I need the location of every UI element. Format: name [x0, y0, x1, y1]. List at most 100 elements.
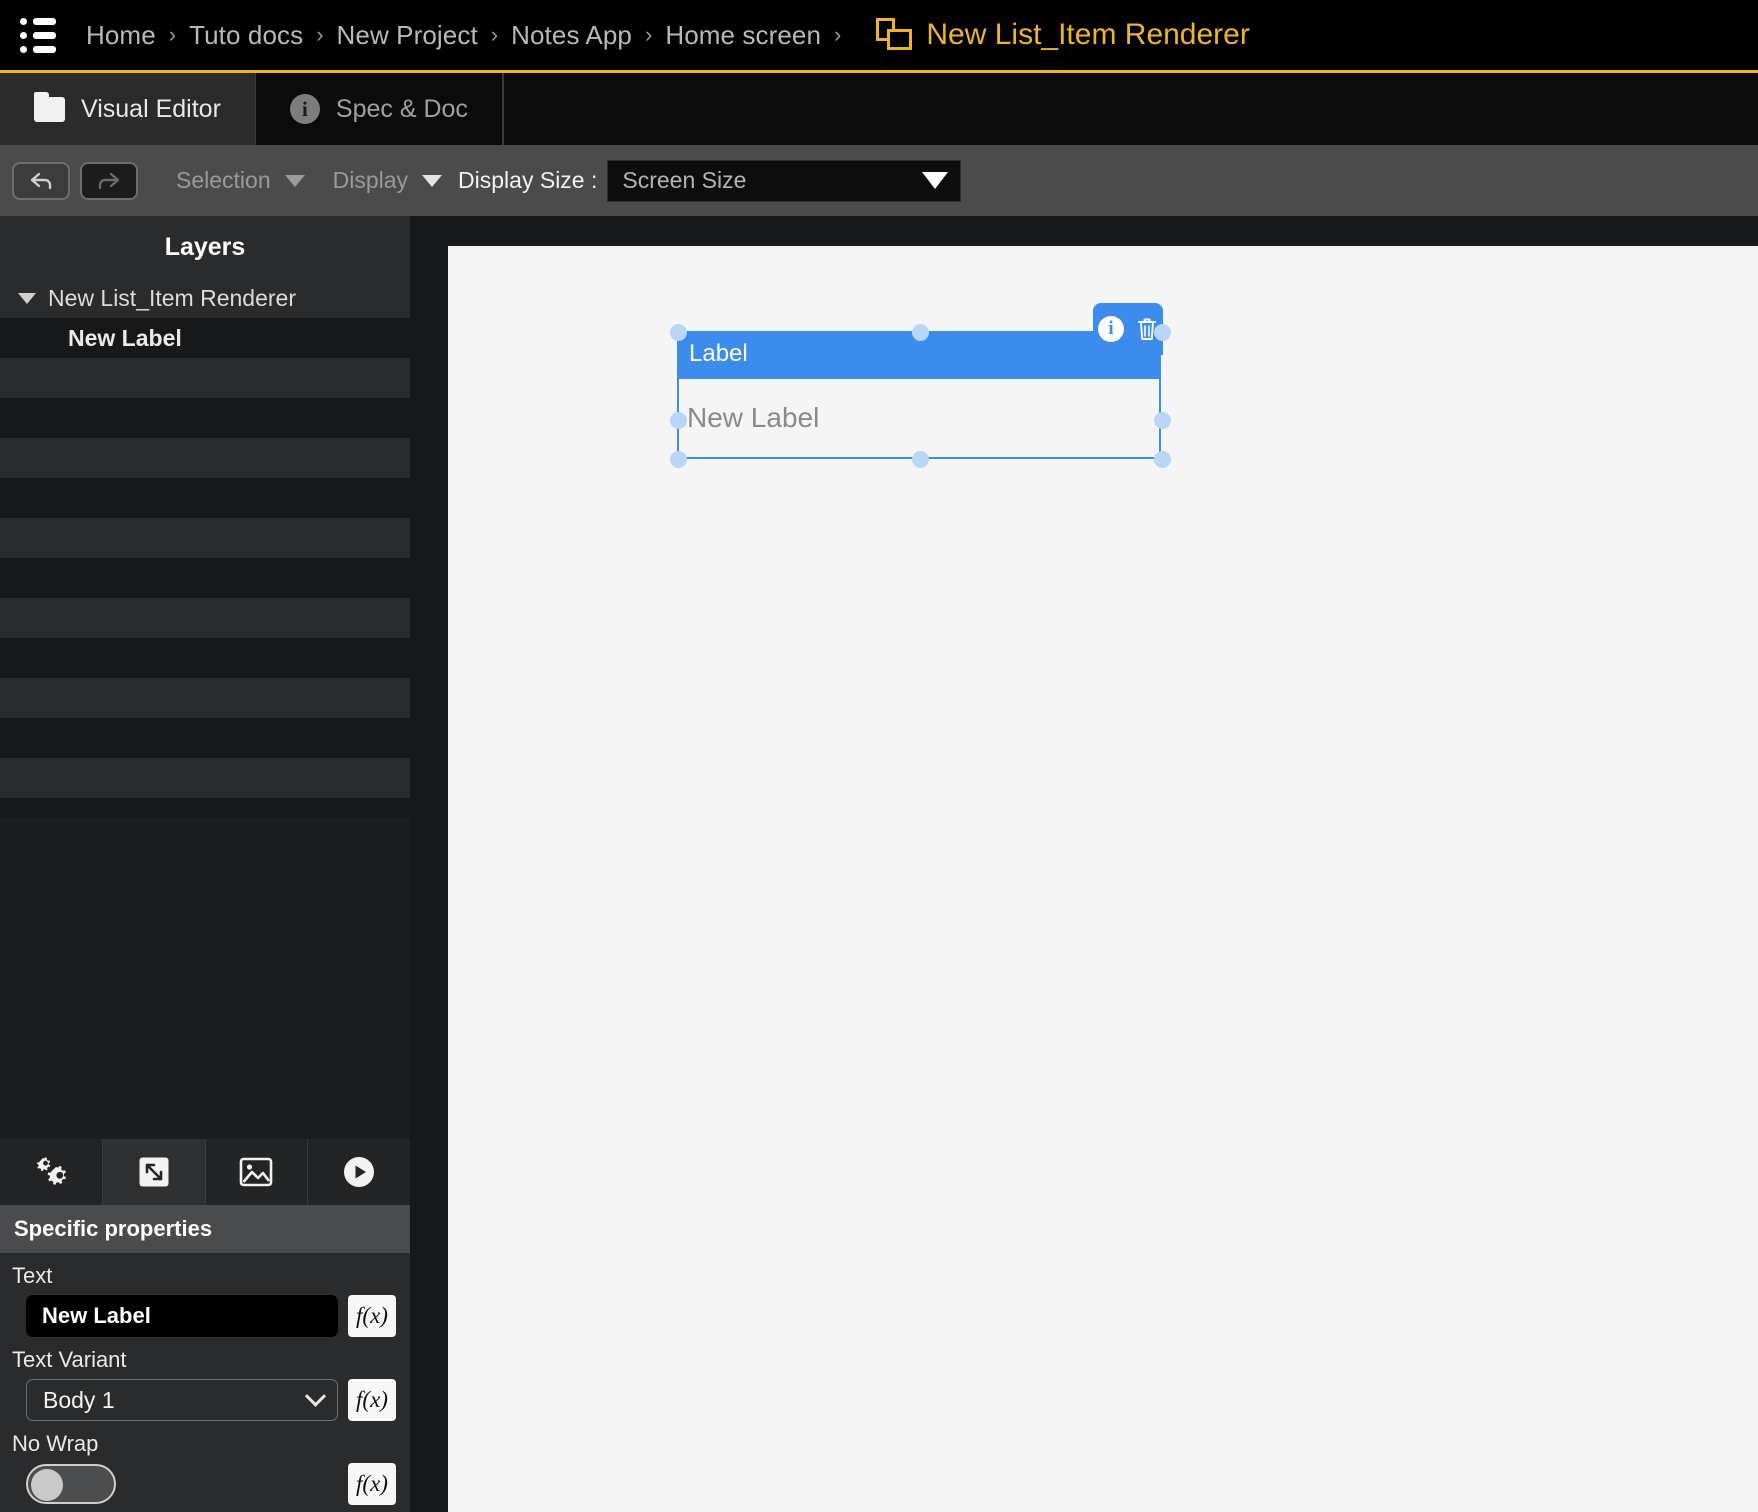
- breadcrumb-item-home[interactable]: Home: [86, 20, 156, 51]
- page-title: New List_Item Renderer: [926, 18, 1249, 52]
- widget-body[interactable]: New Label: [677, 377, 1161, 459]
- tab-strip-filler: [503, 73, 1758, 145]
- display-size-label: Display Size :: [458, 167, 597, 194]
- breadcrumb-item-notes-app[interactable]: Notes App: [511, 20, 632, 51]
- image-icon: [239, 1157, 273, 1187]
- text-field-row: New Label f(x): [0, 1295, 410, 1347]
- display-menu-label: Display: [333, 167, 408, 194]
- text-input[interactable]: New Label: [26, 1295, 338, 1337]
- tab-visual-editor[interactable]: Visual Editor: [0, 73, 256, 145]
- no-wrap-fx-button[interactable]: f(x): [348, 1463, 396, 1505]
- property-tab-strip: [0, 1139, 410, 1205]
- canvas-container: i Label New Label: [410, 216, 1758, 1512]
- tab-spec-and-doc-label: Spec & Doc: [336, 95, 468, 124]
- play-icon: [342, 1155, 376, 1189]
- design-canvas[interactable]: i Label New Label: [448, 246, 1758, 1512]
- resize-handle-top-center[interactable]: [912, 324, 929, 341]
- layer-item-root-label: New List_Item Renderer: [48, 285, 296, 312]
- resize-handle-bottom-center[interactable]: [912, 451, 929, 468]
- text-variant-fx-button[interactable]: f(x): [348, 1379, 396, 1421]
- text-fx-button[interactable]: f(x): [348, 1295, 396, 1337]
- breadcrumb-separator: ›: [491, 24, 498, 46]
- layer-empty-row: [0, 478, 410, 518]
- info-circle-icon[interactable]: i: [1098, 316, 1124, 342]
- resize-handle-middle-left[interactable]: [670, 412, 687, 429]
- specific-properties-title: Specific properties: [0, 1205, 410, 1253]
- no-wrap-toggle[interactable]: [26, 1464, 116, 1504]
- layer-empty-row: [0, 638, 410, 678]
- breadcrumb-item-new-project[interactable]: New Project: [337, 20, 478, 51]
- resize-handle-bottom-right[interactable]: [1154, 451, 1171, 468]
- breadcrumb-item-home-screen[interactable]: Home screen: [665, 20, 821, 51]
- folder-icon: [34, 97, 65, 122]
- widget-toolbar: i: [1093, 303, 1163, 355]
- toggle-knob: [31, 1469, 63, 1501]
- tab-spec-and-doc[interactable]: i Spec & Doc: [256, 73, 503, 145]
- left-panel: Layers New List_Item Renderer New Label: [0, 216, 410, 1512]
- text-variant-select[interactable]: Body 1: [26, 1379, 338, 1421]
- property-tab-settings[interactable]: [0, 1139, 103, 1205]
- layer-empty-row: [0, 358, 410, 398]
- component-icon: [876, 18, 912, 52]
- display-menu[interactable]: Display: [333, 167, 442, 194]
- layer-empty-row: [0, 518, 410, 558]
- undo-button[interactable]: [12, 162, 70, 200]
- editor-toolbar: Selection Display Display Size : Screen …: [0, 145, 1758, 216]
- editor-tab-strip: Visual Editor i Spec & Doc: [0, 73, 1758, 145]
- resize-handle-top-right[interactable]: [1154, 324, 1171, 341]
- list-menu-icon[interactable]: [16, 13, 60, 57]
- chevron-down-icon: [305, 1385, 326, 1406]
- layer-empty-row: [0, 758, 410, 798]
- layer-empty-row: [0, 598, 410, 638]
- chevron-down-icon: [285, 175, 305, 187]
- display-size-value: Screen Size: [622, 167, 746, 194]
- selected-widget[interactable]: i Label New Label: [677, 331, 1161, 459]
- selection-menu[interactable]: Selection: [176, 167, 305, 194]
- layers-panel-title: Layers: [0, 216, 410, 278]
- property-tab-image[interactable]: [206, 1139, 309, 1205]
- widget-body-text: New Label: [687, 402, 819, 434]
- breadcrumb-item-tuto-docs[interactable]: Tuto docs: [189, 20, 303, 51]
- layer-empty-row: [0, 398, 410, 438]
- text-variant-value: Body 1: [43, 1387, 115, 1414]
- layers-tree: New List_Item Renderer New Label: [0, 278, 410, 818]
- resize-handle-top-left[interactable]: [670, 324, 687, 341]
- layer-item-new-label-label: New Label: [68, 325, 182, 352]
- layer-empty-row: [0, 798, 410, 818]
- specific-properties-body: Text New Label f(x) Text Variant Body 1 …: [0, 1253, 410, 1512]
- text-variant-row: Body 1 f(x): [0, 1379, 410, 1431]
- resize-handle-bottom-left[interactable]: [670, 451, 687, 468]
- property-tab-size[interactable]: [103, 1139, 206, 1205]
- redo-arrow-icon: [94, 169, 124, 193]
- text-variant-label: Text Variant: [0, 1347, 410, 1379]
- selection-menu-label: Selection: [176, 167, 271, 194]
- display-size-select[interactable]: Screen Size: [607, 160, 961, 202]
- breadcrumb-separator: ›: [834, 24, 841, 46]
- no-wrap-row: f(x): [0, 1463, 410, 1512]
- resize-icon: [138, 1156, 170, 1188]
- top-bar: Home › Tuto docs › New Project › Notes A…: [0, 0, 1758, 73]
- layer-item-root[interactable]: New List_Item Renderer: [0, 278, 410, 318]
- tab-visual-editor-label: Visual Editor: [81, 95, 221, 124]
- breadcrumb: Home › Tuto docs › New Project › Notes A…: [86, 18, 1250, 52]
- editor-body: Layers New List_Item Renderer New Label: [0, 216, 1758, 1512]
- breadcrumb-separator: ›: [316, 24, 323, 46]
- info-circle-icon: i: [290, 94, 320, 124]
- breadcrumb-separator: ›: [169, 24, 176, 46]
- chevron-down-icon[interactable]: [18, 293, 36, 304]
- resize-handle-middle-right[interactable]: [1154, 412, 1171, 429]
- breadcrumb-separator: ›: [645, 24, 652, 46]
- layer-empty-row: [0, 718, 410, 758]
- text-field-label: Text: [0, 1263, 410, 1295]
- layer-empty-row: [0, 558, 410, 598]
- no-wrap-label: No Wrap: [0, 1431, 410, 1463]
- layers-panel-filler: [0, 818, 410, 1139]
- undo-arrow-icon: [26, 169, 56, 193]
- chevron-down-icon: [422, 175, 442, 187]
- redo-button[interactable]: [80, 162, 138, 200]
- chevron-down-icon: [922, 172, 948, 189]
- property-tab-preview[interactable]: [308, 1139, 410, 1205]
- layer-item-new-label[interactable]: New Label: [0, 318, 410, 358]
- gears-icon: [32, 1155, 70, 1189]
- layer-empty-row: [0, 678, 410, 718]
